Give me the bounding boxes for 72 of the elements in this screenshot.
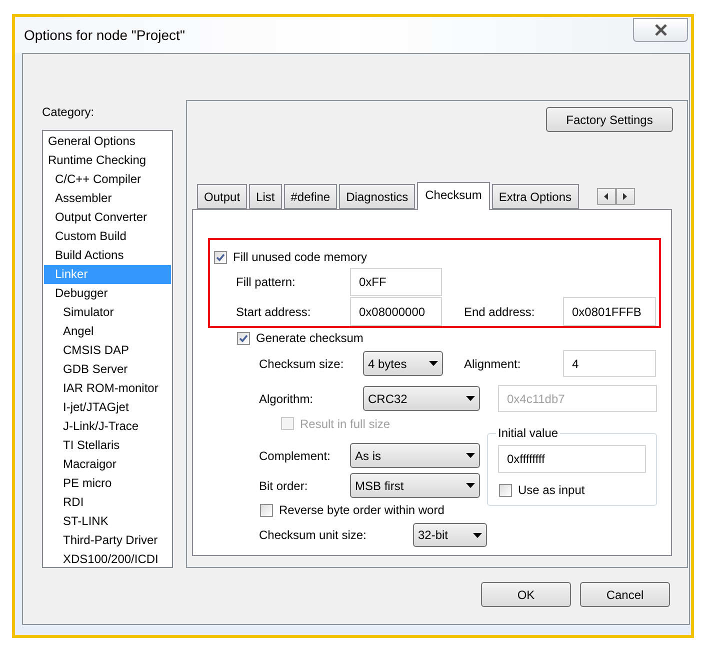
field-label: Complement: — [259, 448, 332, 464]
field-label: End address: — [464, 304, 536, 320]
category-item[interactable]: Debugger — [44, 284, 171, 303]
dropdown[interactable]: 32-bit — [413, 523, 487, 547]
category-item[interactable]: Third-Party Driver — [44, 531, 171, 550]
checkbox[interactable] — [499, 484, 512, 496]
factory-settings-button[interactable]: Factory Settings — [546, 107, 673, 132]
dropdown[interactable]: CRC32 — [363, 386, 480, 411]
tab[interactable]: Extra Options — [492, 184, 579, 209]
checkbox-label: Fill unused code memory — [233, 249, 368, 266]
checkbox[interactable] — [237, 332, 250, 344]
category-item[interactable]: XDS100/200/ICDI — [44, 550, 171, 567]
close-button[interactable] — [633, 18, 688, 42]
category-item[interactable]: Assembler — [44, 189, 171, 208]
dropdown[interactable]: MSB first — [350, 473, 480, 498]
input-field[interactable]: 0xFF — [350, 268, 442, 296]
caret-icon — [466, 483, 475, 488]
checkbox[interactable] — [214, 250, 227, 264]
category-item[interactable]: Runtime Checking — [44, 151, 171, 170]
category-item[interactable]: Build Actions — [44, 246, 171, 265]
dialog-button[interactable]: OK — [481, 582, 571, 607]
dropdown[interactable]: As is — [350, 443, 480, 468]
left-arrow-icon — [604, 193, 608, 200]
caret-icon — [429, 361, 438, 366]
scroll-right-button[interactable] — [616, 188, 635, 205]
category-item[interactable]: RDI — [44, 493, 171, 512]
right-arrow-icon — [623, 193, 628, 200]
category-item[interactable]: I-jet/JTAGjet — [44, 398, 171, 417]
category-item[interactable]: J-Link/J-Trace — [44, 417, 171, 436]
field-label: Algorithm: — [259, 390, 314, 408]
category-item[interactable]: Output Converter — [44, 208, 171, 227]
tab[interactable]: #define — [284, 184, 338, 209]
tab[interactable]: Output — [197, 184, 248, 209]
category-item[interactable]: Custom Build — [44, 227, 171, 246]
checkbox-label: Use as input — [518, 482, 585, 499]
field-label: Checksum unit size: — [259, 527, 368, 544]
tab[interactable]: Diagnostics — [339, 184, 416, 209]
category-item[interactable]: ST-LINK — [44, 512, 171, 531]
category-item[interactable]: PE micro — [44, 474, 171, 493]
category-item[interactable]: Angel — [44, 322, 171, 341]
dropdown[interactable]: 4 bytes — [363, 351, 443, 376]
tab[interactable]: List — [249, 184, 282, 209]
field-label: Alignment: — [464, 356, 522, 372]
category-item[interactable]: TI Stellaris — [44, 436, 171, 455]
checkbox-label: Generate checksum — [256, 330, 364, 347]
checkbox-label: Reverse byte order within word — [279, 502, 444, 519]
dialog-button[interactable]: Cancel — [580, 582, 670, 607]
category-item[interactable]: General Options — [44, 132, 171, 151]
scroll-left-button[interactable] — [596, 188, 616, 205]
checkbox-label: Result in full size — [300, 416, 390, 432]
field-label: Bit order: — [259, 478, 309, 494]
caret-icon — [466, 453, 475, 458]
input-field[interactable]: 0x08000000 — [350, 297, 442, 326]
category-item[interactable]: GDB Server — [44, 360, 171, 379]
checkbox[interactable] — [260, 504, 273, 516]
category-item[interactable]: Simulator — [44, 303, 171, 322]
tab[interactable]: Checksum — [417, 182, 490, 210]
category-item[interactable]: CMSIS DAP — [44, 341, 171, 360]
input-field[interactable]: 0xffffffff — [498, 445, 646, 473]
window-title: Options for node "Project" — [24, 26, 185, 45]
input-field[interactable]: 0x0801FFFB — [563, 297, 656, 326]
field-label: Checksum size: — [259, 356, 345, 372]
field-label: Fill pattern: — [236, 274, 296, 291]
category-item[interactable]: IAR ROM-monitor — [44, 379, 171, 398]
caret-icon — [473, 532, 482, 538]
category-label: Category: — [42, 104, 96, 121]
caret-icon — [466, 396, 475, 401]
field-label: Start address: — [236, 304, 312, 320]
input-field[interactable]: 4 — [563, 350, 656, 377]
close-icon — [654, 24, 668, 36]
category-item[interactable]: C/C++ Compiler — [44, 170, 171, 189]
category-item[interactable]: Macraigor — [44, 455, 171, 474]
